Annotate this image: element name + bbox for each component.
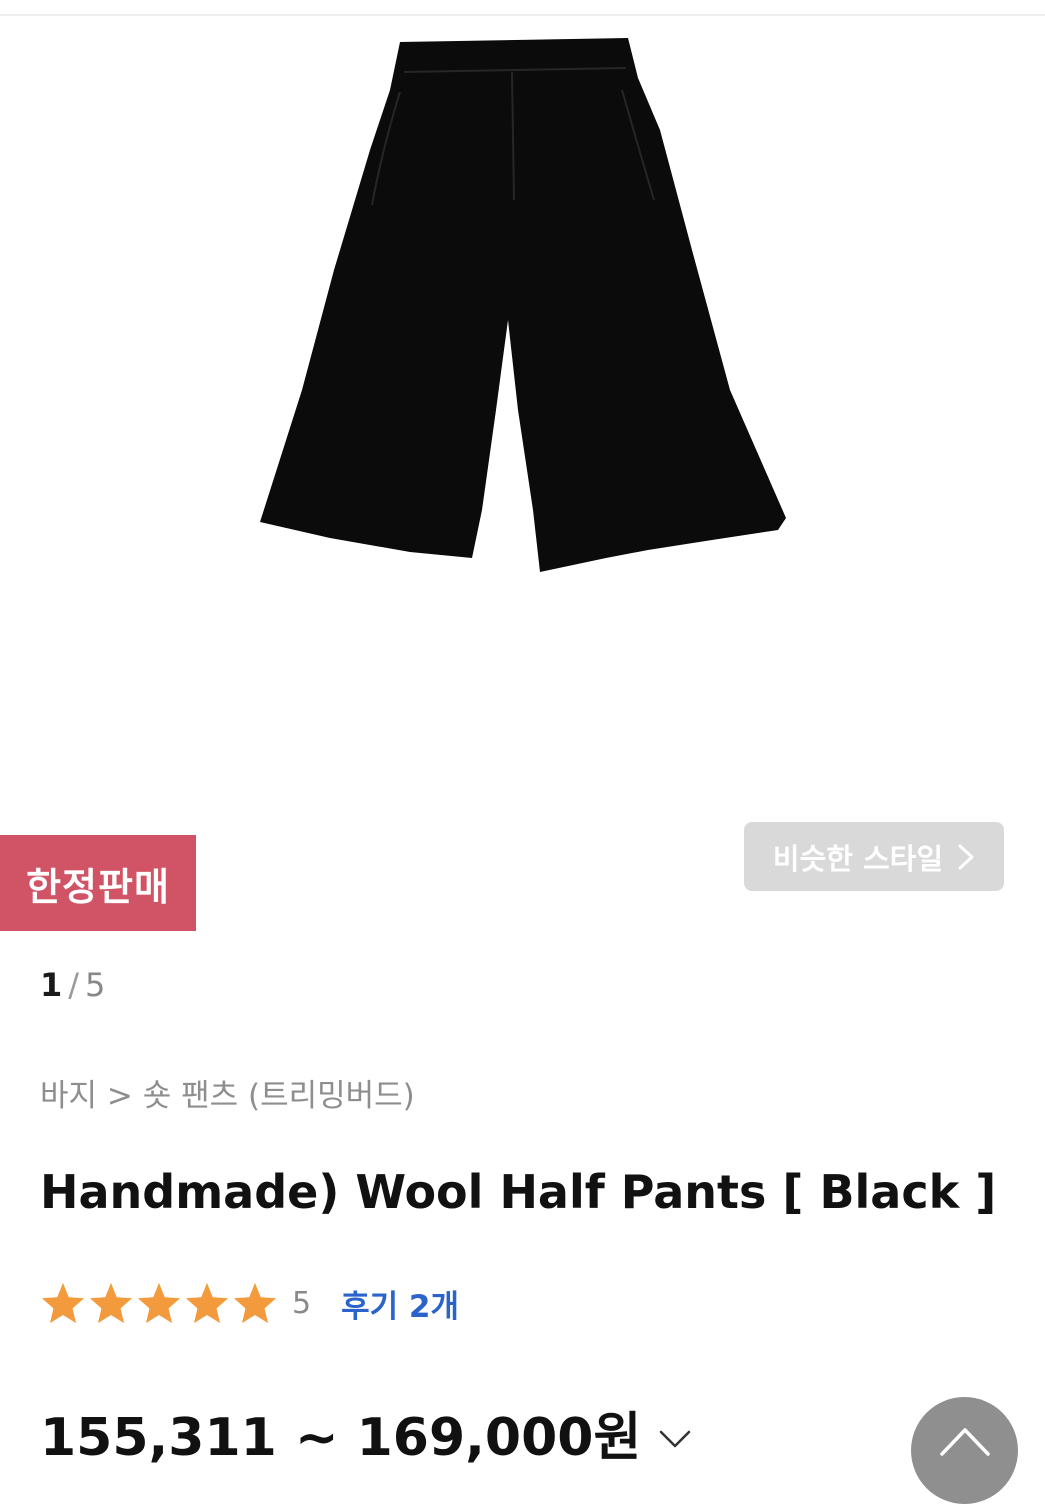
star-icon [185,1282,229,1324]
pager-separator: / [68,966,80,1004]
chevron-up-icon [939,1427,990,1456]
review-count-link[interactable]: 후기 2개 [341,1281,459,1326]
pager-current: 1 [40,966,63,1004]
similar-style-button[interactable]: 비슷한 스타일 [744,822,1004,891]
product-image[interactable] [250,30,795,585]
star-icon [89,1282,133,1324]
star-icon [233,1282,277,1324]
star-rating [40,1281,278,1325]
scroll-to-top-button[interactable] [911,1397,1018,1504]
limited-sale-badge: 한정판매 [0,835,196,931]
pager-total: 5 [85,966,106,1004]
image-pager: 1/5 [40,966,105,1004]
star-icon [41,1282,85,1324]
star-icon [137,1282,181,1324]
similar-style-label: 비슷한 스타일 [772,841,944,876]
rating-row: 5 후기 2개 [40,1280,459,1326]
product-title: Handmade) Wool Half Pants [ Black ] [40,1165,997,1219]
price-row: 155,311 ~ 169,000원 [40,1395,693,1470]
category-breadcrumb[interactable]: 바지 > 숏 팬츠 (트리밍버드) [40,1070,415,1115]
chevron-down-icon[interactable] [657,1424,693,1454]
top-divider [0,14,1045,16]
chevron-right-icon [958,844,974,869]
price-range: 155,311 ~ 169,000원 [40,1408,642,1468]
rating-score: 5 [292,1285,312,1321]
